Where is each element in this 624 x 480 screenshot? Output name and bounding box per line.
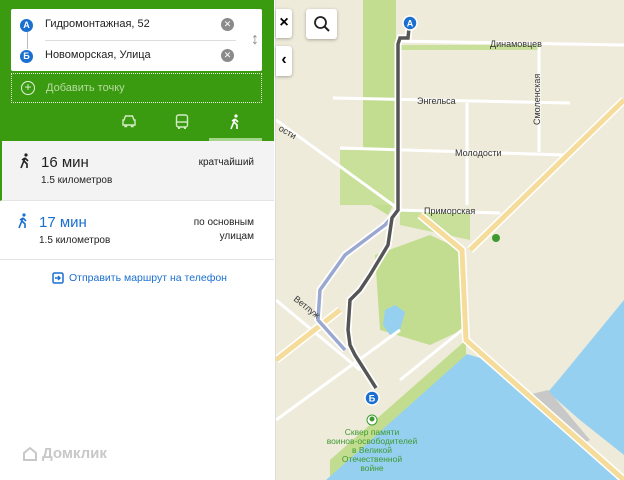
point-b-row[interactable]: Б Новоморская, Улица ✕ xyxy=(11,40,262,71)
brand-watermark: Домклик xyxy=(22,445,107,462)
marker-a[interactable]: А xyxy=(402,15,418,31)
mode-walk-button[interactable] xyxy=(210,110,260,138)
point-a-input[interactable]: Гидромонтажная, 52 xyxy=(45,18,150,30)
mode-bus-button[interactable] xyxy=(157,110,207,138)
route-sidebar: А Гидромонтажная, 52 ✕ Б Новоморская, Ул… xyxy=(0,0,276,480)
svg-text:Б: Б xyxy=(369,394,376,404)
search-icon xyxy=(313,16,330,32)
street-label: ости xyxy=(277,123,298,141)
walk-icon xyxy=(18,213,27,229)
point-a-row[interactable]: А Гидромонтажная, 52 ✕ xyxy=(11,9,262,40)
route-option-2[interactable]: 17 мин 1.5 километров по основным улицам xyxy=(0,201,274,260)
svg-text:войне: войне xyxy=(360,463,384,473)
route-points: А Гидромонтажная, 52 ✕ Б Новоморская, Ул… xyxy=(11,9,262,71)
clear-point-a-icon[interactable]: ✕ xyxy=(221,18,234,31)
route-time: 17 мин xyxy=(39,214,87,231)
send-to-phone-label: Отправить маршрут на телефон xyxy=(69,272,227,284)
street-label: Молодости xyxy=(455,148,501,158)
street-label: Смоленская xyxy=(532,74,542,125)
street-label: Динамовцев xyxy=(490,39,542,49)
chevron-left-icon: ‹ xyxy=(281,51,287,68)
route-distance: 1.5 километров xyxy=(39,235,111,246)
route-time: 16 мин xyxy=(41,154,89,171)
plus-circle-icon: + xyxy=(21,81,35,95)
street-label: Приморская xyxy=(424,206,475,216)
map[interactable]: Динамовцев Энгельса Молодости Приморская… xyxy=(276,0,624,480)
svg-text:А: А xyxy=(407,19,414,29)
brand-name: Домклик xyxy=(42,445,107,462)
point-b-input[interactable]: Новоморская, Улица xyxy=(45,49,151,61)
search-button[interactable] xyxy=(306,9,337,39)
swap-points-icon[interactable]: ↕ xyxy=(251,31,259,49)
park xyxy=(340,150,396,205)
bus-icon xyxy=(175,114,189,129)
add-point-button[interactable]: + Добавить точку xyxy=(11,73,262,103)
marker-b[interactable]: Б xyxy=(364,390,380,406)
fuel-icon xyxy=(492,234,500,242)
route-distance: 1.5 километров xyxy=(41,175,113,186)
walk-icon xyxy=(20,153,29,169)
point-a-badge: А xyxy=(20,19,33,32)
collapse-panel-button[interactable]: ‹ xyxy=(276,46,292,76)
close-icon: × xyxy=(279,14,289,31)
route-header: А Гидромонтажная, 52 ✕ Б Новоморская, Ул… xyxy=(0,0,274,141)
point-b-badge: Б xyxy=(20,50,33,63)
send-to-phone-link[interactable]: Отправить маршрут на телефон xyxy=(52,272,227,284)
brand-logo-icon xyxy=(23,446,37,461)
mode-car-button[interactable] xyxy=(104,110,154,138)
clear-point-b-icon[interactable]: ✕ xyxy=(221,49,234,62)
street-label: Энгельса xyxy=(417,96,456,106)
walk-icon xyxy=(230,114,239,130)
close-route-button[interactable]: × xyxy=(276,9,292,38)
send-to-phone-icon xyxy=(52,272,64,284)
add-point-label: Добавить точку xyxy=(46,82,125,94)
map-canvas[interactable]: Динамовцев Энгельса Молодости Приморская… xyxy=(276,0,624,480)
car-icon xyxy=(122,115,136,128)
route-tag: кратчайший xyxy=(198,157,254,168)
route-tag: по основным улицам xyxy=(193,217,254,242)
route-option-1[interactable]: 16 мин 1.5 километров кратчайший xyxy=(0,141,274,201)
